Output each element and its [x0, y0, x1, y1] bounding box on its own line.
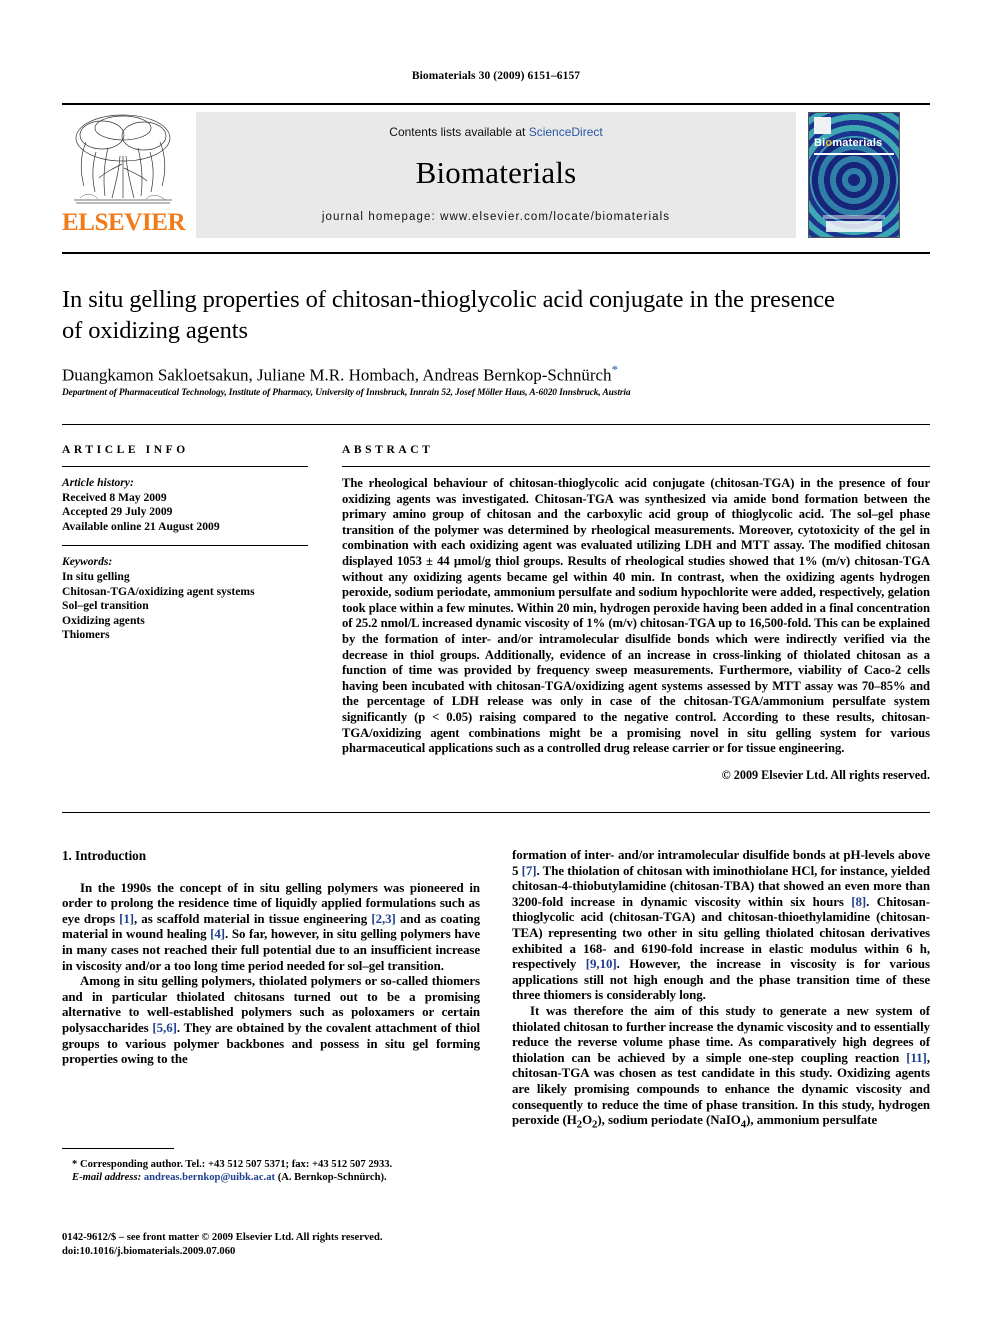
footnote-block: * Corresponding author. Tel.: +43 512 50…	[62, 1158, 482, 1185]
cover-divider	[814, 153, 894, 155]
citation-ref[interactable]: [4]	[210, 927, 225, 941]
keywords-label: Keywords:	[62, 555, 113, 569]
keyword-item: Sol–gel transition	[62, 599, 149, 613]
authors-text: Duangkamon Sakloetsakun, Juliane M.R. Ho…	[62, 365, 612, 385]
keyword-item: Oxidizing agents	[62, 613, 145, 627]
footnote-divider	[62, 1148, 174, 1149]
body-column-right: formation of inter- and/or intramolecula…	[512, 848, 930, 1133]
abstract-text: The rheological behaviour of chitosan-th…	[342, 476, 930, 756]
abstract-heading: ABSTRACT	[342, 444, 434, 456]
citation-ref[interactable]: [8]	[851, 895, 866, 909]
cover-pattern-inner	[811, 136, 897, 223]
cover-footer-label	[826, 221, 882, 232]
journal-homepage-link[interactable]: journal homepage: www.elsevier.com/locat…	[196, 211, 796, 223]
citation-ref[interactable]: [2,3]	[371, 912, 396, 926]
author-list: Duangkamon Sakloetsakun, Juliane M.R. Ho…	[62, 362, 862, 386]
journal-masthead: ELSEVIER Contents lists available at Sci…	[62, 103, 930, 238]
history-item: Received 8 May 2009	[62, 490, 167, 504]
sciencedirect-link[interactable]: ScienceDirect	[529, 125, 603, 139]
email-suffix: (A. Bernkop-Schnürch).	[275, 1172, 387, 1184]
article-info-column: ARTICLE INFO Article history: Received 8…	[62, 444, 308, 643]
citation-ref[interactable]: [11]	[906, 1051, 927, 1065]
citation-ref[interactable]: [9,10]	[586, 957, 617, 971]
corresponding-author-marker: *	[611, 362, 619, 377]
paragraph: In the 1990s the concept of in situ gell…	[62, 880, 481, 973]
article-history-label: Article history:	[62, 476, 134, 489]
citation-ref[interactable]: [7]	[522, 864, 537, 878]
abstract-column: ABSTRACT The rheological behaviour of ch…	[342, 444, 930, 783]
body-column-left: 1. Introduction In the 1990s the concept…	[62, 848, 480, 1068]
journal-title: Biomaterials	[415, 155, 577, 190]
journal-cover-thumbnail: Biomaterials	[808, 112, 900, 238]
doi-line: doi:10.1016/j.biomaterials.2009.07.060	[62, 1246, 236, 1257]
keyword-item: In situ gelling	[62, 569, 130, 583]
citation-ref[interactable]: [5,6]	[152, 1021, 177, 1035]
email-label: E-mail address:	[72, 1172, 142, 1184]
paragraph: Among in situ gelling polymers, thiolate…	[62, 974, 481, 1067]
journal-band: Contents lists available at ScienceDirec…	[196, 112, 796, 238]
article-history-block: Article history: Received 8 May 2009 Acc…	[62, 476, 308, 534]
keywords-divider	[62, 545, 308, 547]
abstract-section-bottom-divider	[62, 812, 930, 813]
article-info-heading: ARTICLE INFO	[62, 444, 189, 456]
elsevier-logo: ELSEVIER	[62, 112, 186, 238]
contents-available-line: Contents lists available at ScienceDirec…	[196, 125, 796, 139]
cover-footer-bar	[823, 215, 885, 219]
running-head: Biomaterials 30 (2009) 6151–6157	[411, 70, 581, 82]
keyword-item: Chitosan-TGA/oxidizing agent systems	[62, 584, 255, 598]
keyword-item: Thiomers	[62, 628, 110, 642]
contents-prefix: Contents lists available at	[389, 125, 529, 139]
affiliation: Department of Pharmaceutical Technology,…	[62, 388, 631, 398]
history-item: Available online 21 August 2009	[62, 519, 220, 533]
abstract-divider	[342, 466, 930, 467]
email-link[interactable]: andreas.bernkop@uibk.ac.at	[144, 1172, 275, 1183]
elsevier-tree-icon	[66, 112, 180, 208]
email-note: E-mail address: andreas.bernkop@uibk.ac.…	[62, 1171, 482, 1184]
corresponding-author-note: * Corresponding author. Tel.: +43 512 50…	[72, 1159, 393, 1170]
keywords-block: Keywords: In situ gelling Chitosan-TGA/o…	[62, 555, 308, 643]
issn-line: 0142-9612/$ – see front matter © 2009 El…	[62, 1232, 383, 1243]
section-heading-introduction: 1. Introduction	[62, 848, 147, 863]
paragraph: formation of inter- and/or intramolecula…	[512, 848, 930, 1003]
article-info-divider	[62, 466, 308, 467]
cover-title: Biomaterials	[814, 137, 883, 149]
citation-ref[interactable]: [1]	[119, 912, 134, 926]
title-divider	[62, 252, 930, 254]
paragraph: It was therefore the aim of this study t…	[512, 1003, 930, 1131]
imprint-block: 0142-9612/$ – see front matter © 2009 El…	[62, 1231, 492, 1259]
cover-elsevier-mark-icon	[814, 117, 831, 134]
paper-page: Biomaterials 30 (2009) 6151–6157 ELSEVIE…	[0, 0, 992, 1323]
page-title: In situ gelling properties of chitosan-t…	[62, 286, 835, 344]
elsevier-wordmark: ELSEVIER	[62, 209, 186, 236]
copyright-line: © 2009 Elsevier Ltd. All rights reserved…	[721, 767, 930, 782]
history-item: Accepted 29 July 2009	[62, 505, 173, 519]
abstract-section-top-divider	[62, 424, 930, 425]
